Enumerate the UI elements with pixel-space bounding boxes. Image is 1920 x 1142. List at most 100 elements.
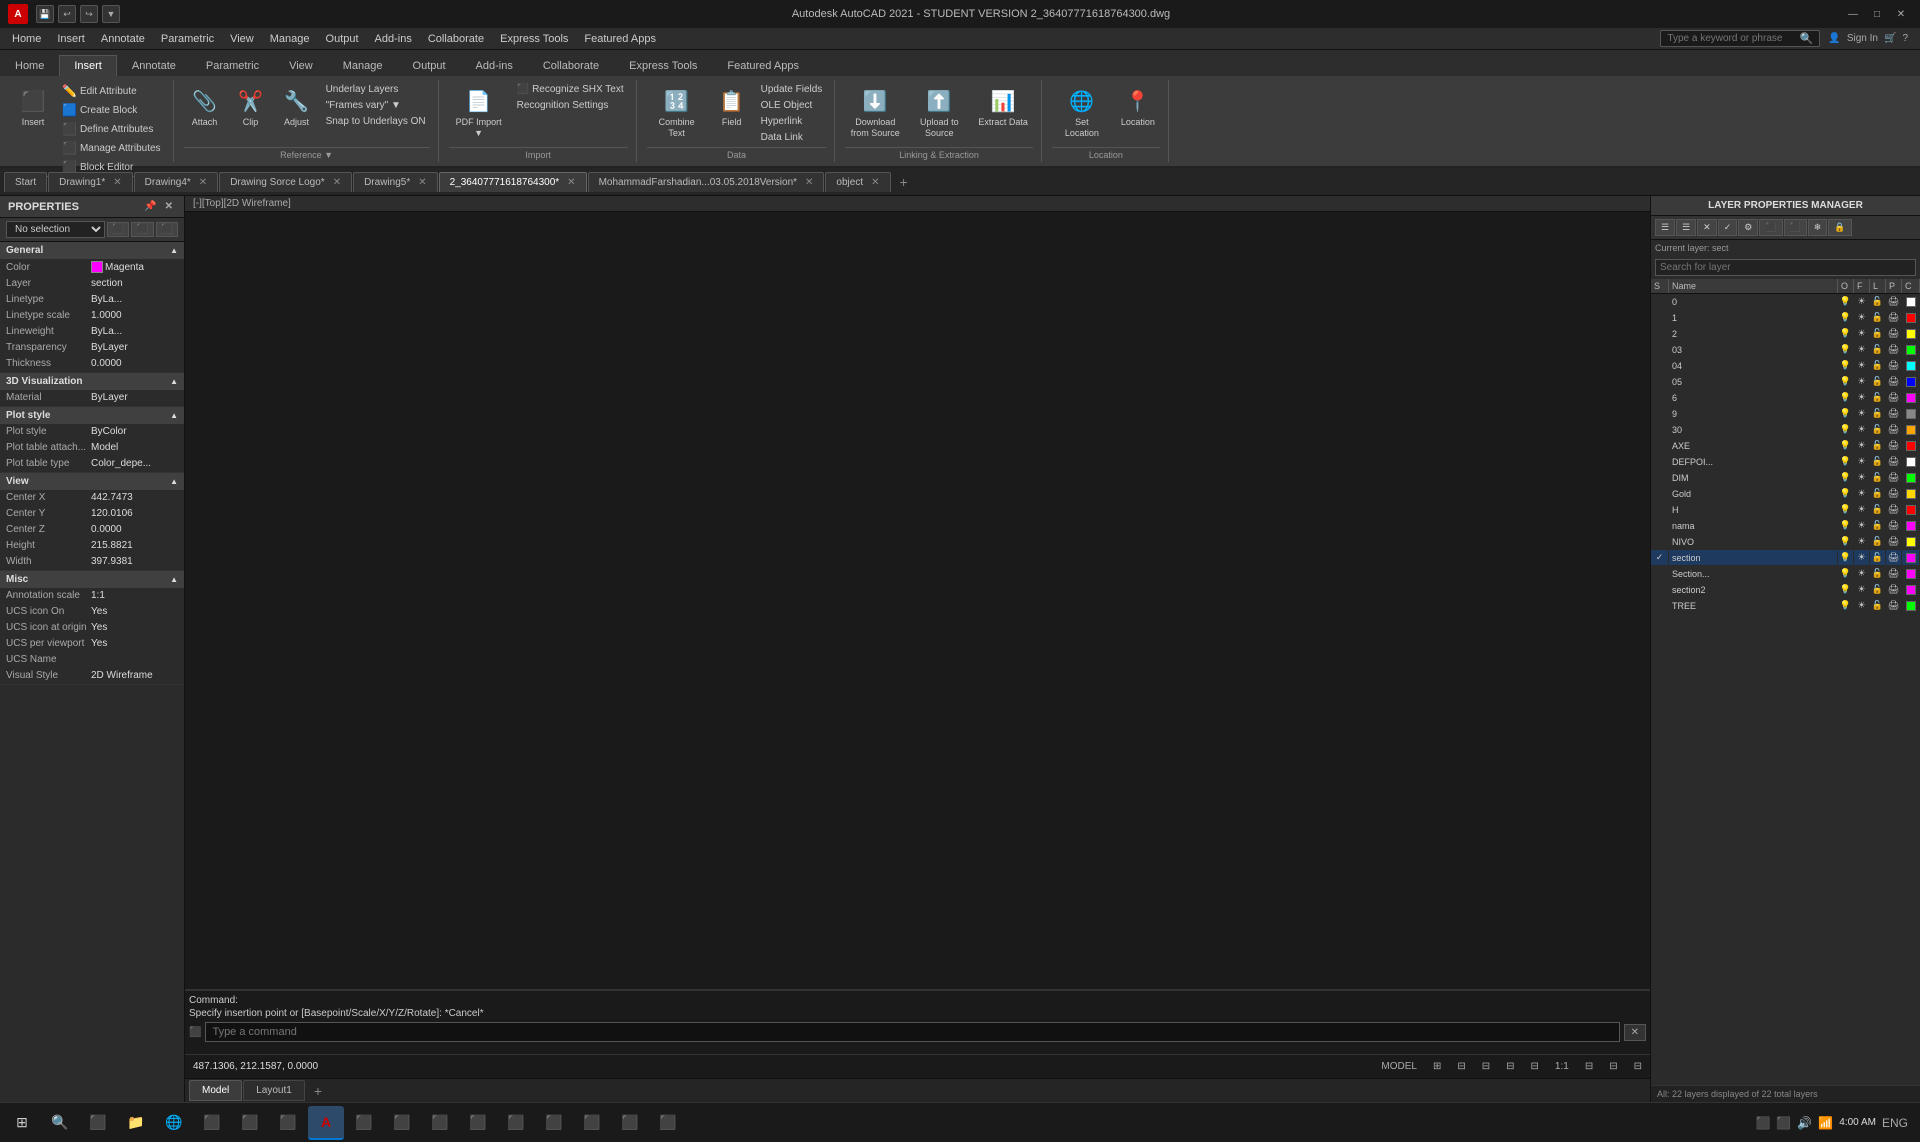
layer-cell-color[interactable]: [1902, 535, 1920, 549]
tab-addins[interactable]: Add-ins: [461, 55, 528, 76]
layer-cell-lock[interactable]: 🔓: [1870, 438, 1886, 453]
menu-view[interactable]: View: [222, 31, 262, 47]
layer-cell-freeze[interactable]: ☀: [1854, 470, 1870, 485]
tab-annotate[interactable]: Annotate: [117, 55, 191, 76]
layer-cell-lock[interactable]: 🔓: [1870, 486, 1886, 501]
layer-cell-on[interactable]: 💡: [1838, 470, 1854, 485]
layer-cell-plot[interactable]: 🖨: [1886, 294, 1902, 309]
layer-cell-color[interactable]: [1902, 327, 1920, 341]
keyword-search-input[interactable]: [1667, 33, 1799, 44]
recognize-shx-button[interactable]: ⬛ Recognize SHX Text: [513, 82, 628, 97]
layer-cell-plot[interactable]: 🖨: [1886, 470, 1902, 485]
layer-freeze-button[interactable]: ❄: [1808, 219, 1828, 236]
tab-close-object[interactable]: ✕: [871, 177, 879, 188]
layer-cell-lock[interactable]: 🔓: [1870, 566, 1886, 581]
layer-cell-on[interactable]: 💡: [1838, 294, 1854, 309]
layer-cell-freeze[interactable]: ☀: [1854, 406, 1870, 421]
layer-search-input[interactable]: [1655, 259, 1916, 276]
layer-isolate-button[interactable]: ⬛: [1784, 219, 1807, 236]
layer-cell-lock[interactable]: 🔓: [1870, 342, 1886, 357]
frames-vary-button[interactable]: "Frames vary" ▼: [322, 98, 430, 113]
layer-cell-color[interactable]: [1902, 455, 1920, 469]
grid-icon[interactable]: ⊞: [1433, 1061, 1441, 1072]
layer-cell-plot[interactable]: 🖨: [1886, 598, 1902, 613]
layer-cell-plot[interactable]: 🖨: [1886, 582, 1902, 597]
start-button[interactable]: ⊞: [4, 1106, 40, 1140]
layer-cell-lock[interactable]: 🔓: [1870, 374, 1886, 389]
menu-featured[interactable]: Featured Apps: [576, 31, 664, 47]
attach-button[interactable]: 📎 Attach: [184, 82, 226, 131]
layer-cell-plot[interactable]: 🖨: [1886, 486, 1902, 501]
update-fields-button[interactable]: Update Fields: [757, 82, 827, 97]
pdf-import-button[interactable]: 📄 PDF Import ▼: [449, 82, 509, 142]
layer-row[interactable]: TREE 💡 ☀ 🔓 🖨: [1651, 598, 1920, 614]
layer-cell-plot[interactable]: 🖨: [1886, 518, 1902, 533]
layer-cell-lock[interactable]: 🔓: [1870, 358, 1886, 373]
tb-app-7[interactable]: ⬛: [346, 1106, 382, 1140]
layer-cell-on[interactable]: 💡: [1838, 438, 1854, 453]
add-layout-button[interactable]: +: [306, 1079, 330, 1103]
doc-tab-drawing-sorce[interactable]: Drawing Sorce Logo* ✕: [219, 172, 352, 192]
ortho-icon[interactable]: ⊟: [1482, 1061, 1490, 1072]
layer-cell-color[interactable]: [1902, 551, 1920, 565]
tab-manage[interactable]: Manage: [328, 55, 398, 76]
doc-tab-farshadian[interactable]: MohammadFarshadian...03.05.2018Version* …: [588, 172, 825, 192]
close-button[interactable]: ✕: [1890, 5, 1912, 23]
ole-object-button[interactable]: OLE Object: [757, 98, 827, 113]
layer-cell-plot[interactable]: 🖨: [1886, 566, 1902, 581]
upload-source-button[interactable]: ⬆️ Upload to Source: [909, 82, 969, 142]
tab-express[interactable]: Express Tools: [614, 55, 712, 76]
layer-lock-button[interactable]: 🔒: [1828, 219, 1851, 236]
layer-cell-color[interactable]: [1902, 359, 1920, 373]
layer-row[interactable]: 1 💡 ☀ 🔓 🖨: [1651, 310, 1920, 326]
set-current-button[interactable]: ✓: [1718, 219, 1738, 236]
layer-row[interactable]: AXE 💡 ☀ 🔓 🖨: [1651, 438, 1920, 454]
manage-attributes-button[interactable]: ⬛ Manage Attributes: [58, 139, 165, 157]
layer-cell-lock[interactable]: 🔓: [1870, 582, 1886, 597]
layer-row[interactable]: 04 💡 ☀ 🔓 🖨: [1651, 358, 1920, 374]
layer-cell-color[interactable]: [1902, 471, 1920, 485]
layer-cell-on[interactable]: 💡: [1838, 342, 1854, 357]
create-block-button[interactable]: 🟦 Create Block: [58, 101, 165, 119]
layer-cell-freeze[interactable]: ☀: [1854, 486, 1870, 501]
layer-cell-plot[interactable]: 🖨: [1886, 534, 1902, 549]
layer-row[interactable]: ✓ section 💡 ☀ 🔓 🖨: [1651, 550, 1920, 566]
snap-icon[interactable]: ⊟: [1457, 1061, 1465, 1072]
layer-row[interactable]: DIM 💡 ☀ 🔓 🖨: [1651, 470, 1920, 486]
layer-cell-color[interactable]: [1902, 439, 1920, 453]
hyperlink-button[interactable]: Hyperlink: [757, 114, 827, 129]
search-button[interactable]: 🔍: [42, 1106, 78, 1140]
tb-app-9[interactable]: ⬛: [422, 1106, 458, 1140]
layer-row[interactable]: section2 💡 ☀ 🔓 🖨: [1651, 582, 1920, 598]
extract-data-button[interactable]: 📊 Extract Data: [973, 82, 1033, 131]
layer-cell-plot[interactable]: 🖨: [1886, 454, 1902, 469]
tb-app-3[interactable]: ⬛: [194, 1106, 230, 1140]
layer-row[interactable]: H 💡 ☀ 🔓 🖨: [1651, 502, 1920, 518]
polar-icon[interactable]: ⊟: [1506, 1061, 1514, 1072]
layer-icon2[interactable]: ⊟: [1634, 1061, 1642, 1072]
tb-app-14[interactable]: ⬛: [612, 1106, 648, 1140]
props-close-button[interactable]: ✕: [162, 200, 176, 213]
layer-cell-lock[interactable]: 🔓: [1870, 390, 1886, 405]
layer-cell-freeze[interactable]: ☀: [1854, 534, 1870, 549]
insert-button[interactable]: ⬛ Insert: [12, 82, 54, 131]
layer-cell-freeze[interactable]: ☀: [1854, 390, 1870, 405]
props-select-all[interactable]: ⬛: [131, 222, 153, 237]
layer-cell-on[interactable]: 💡: [1838, 502, 1854, 517]
keyword-search-box[interactable]: 🔍: [1660, 30, 1820, 47]
props-pin-button[interactable]: 📌: [141, 200, 159, 213]
layer-cell-color[interactable]: [1902, 311, 1920, 325]
layer-cell-color[interactable]: [1902, 407, 1920, 421]
layer-cell-on[interactable]: 💡: [1838, 518, 1854, 533]
layer-cell-freeze[interactable]: ☀: [1854, 518, 1870, 533]
layer-cell-color[interactable]: [1902, 391, 1920, 405]
layer-cell-color[interactable]: [1902, 503, 1920, 517]
adjust-button[interactable]: 🔧 Adjust: [276, 82, 318, 131]
layer-row[interactable]: Section... 💡 ☀ 🔓 🖨: [1651, 566, 1920, 582]
menu-output[interactable]: Output: [318, 31, 367, 47]
layer-cell-on[interactable]: 💡: [1838, 422, 1854, 437]
recognition-settings-button[interactable]: Recognition Settings: [513, 98, 628, 113]
new-vp-layer-button[interactable]: ☰: [1676, 219, 1696, 236]
layer-cell-lock[interactable]: 🔓: [1870, 550, 1886, 565]
layer-cell-on[interactable]: 💡: [1838, 566, 1854, 581]
